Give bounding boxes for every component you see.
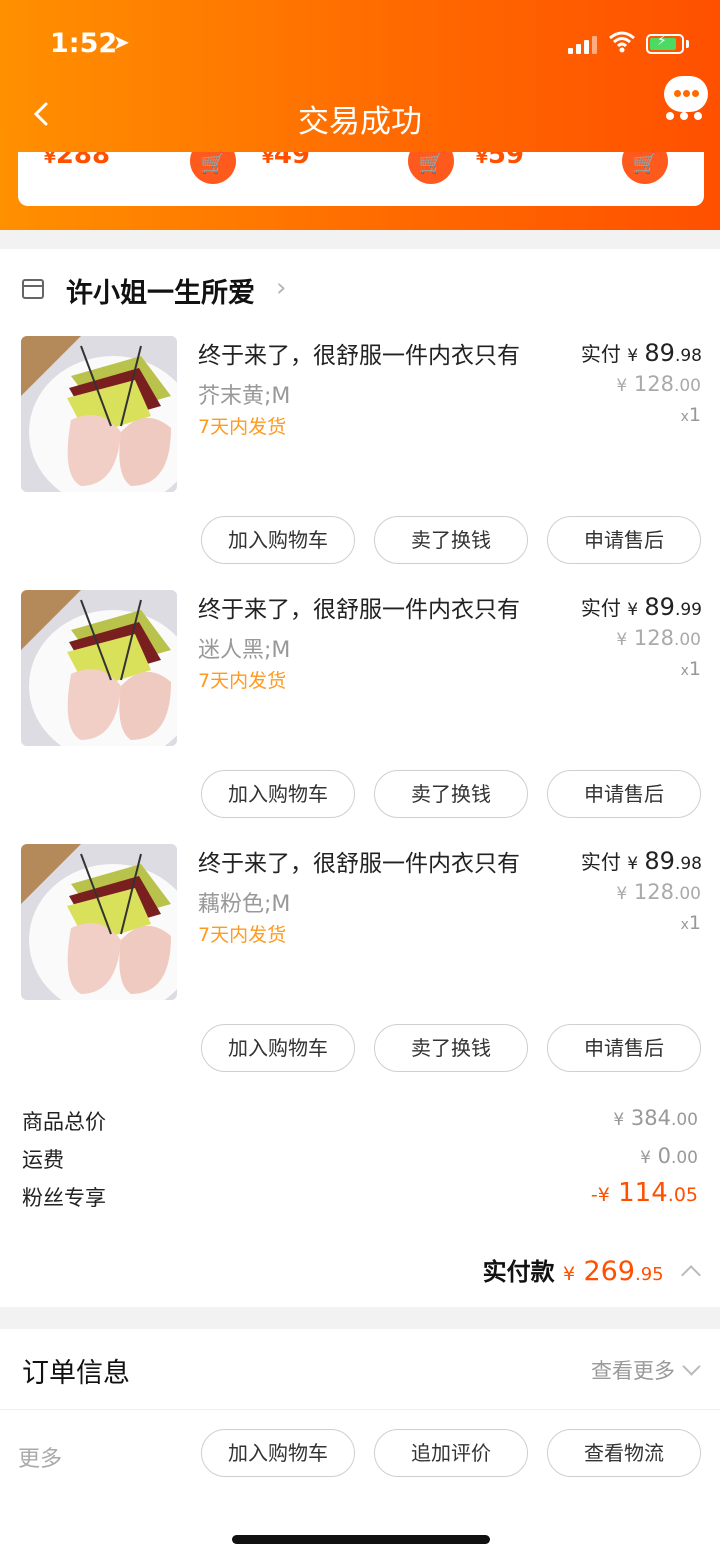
shipping-note: 7天内发货	[198, 924, 287, 946]
paid-price: 实付 ¥ 89.98	[580, 339, 702, 367]
add-to-cart-button[interactable]: 加入购物车	[201, 770, 355, 818]
shipping-fee-label: 运费	[22, 1148, 64, 1172]
original-price: ¥ 128.00	[616, 372, 701, 396]
product-sku: 藕粉色;M	[198, 892, 291, 917]
divider	[0, 1409, 720, 1410]
product-title[interactable]: 终于来了，很舒服一件内衣只有	[198, 336, 550, 370]
goods-total-value: ¥ 384.00	[613, 1106, 698, 1130]
cart-icon[interactable]: 🛒	[408, 152, 454, 184]
shipping-note: 7天内发货	[198, 670, 287, 692]
quantity: x1	[680, 912, 701, 934]
recommendation-price: ¥288	[44, 152, 111, 170]
wifi-icon	[609, 31, 635, 53]
battery-icon: ⚡	[646, 33, 684, 54]
chevron-right-icon: ›	[276, 273, 287, 303]
add-to-cart-button[interactable]: 加入购物车	[201, 516, 355, 564]
product-sku: 迷人黑;M	[198, 638, 291, 663]
message-icon[interactable]	[664, 76, 708, 120]
total-paid[interactable]: 实付款 ¥ 269.95	[482, 1252, 701, 1287]
product-title[interactable]: 终于来了，很舒服一件内衣只有	[198, 844, 550, 878]
page-title: 交易成功	[298, 104, 422, 140]
goods-total-row: 商品总价 ¥ 384.00	[22, 1106, 698, 1136]
shipping-fee-value: ¥ 0.00	[640, 1144, 698, 1168]
order-item[interactable]: 终于来了，很舒服一件内衣只有 迷人黑;M 7天内发货 实付 ¥ 89.99 ¥ …	[0, 590, 720, 844]
recommendation-price: ¥49	[262, 152, 311, 170]
original-price: ¥ 128.00	[616, 626, 701, 650]
paid-price: 实付 ¥ 89.99	[580, 593, 702, 621]
after-sale-button[interactable]: 申请售后	[547, 770, 701, 818]
resell-button[interactable]: 卖了换钱	[374, 1024, 528, 1072]
product-image[interactable]	[21, 844, 177, 1000]
shipping-fee-row: 运费 ¥ 0.00	[22, 1144, 698, 1174]
app-header: 1:52 ➤ ⚡ 交易成功 ¥288 🛒 ¥49 🛒 ¥59 �	[0, 0, 720, 230]
fan-discount-value: -¥ 114.05	[590, 1178, 698, 1208]
paid-price: 实付 ¥ 89.98	[580, 847, 702, 875]
status-bar: 1:52 ➤ ⚡	[0, 22, 720, 66]
fan-discount-label: 粉丝专享	[22, 1186, 106, 1210]
order-info-section: 订单信息 查看更多 更多 加入购物车 追加评价 查看物流	[0, 1329, 720, 1558]
order-item[interactable]: 终于来了，很舒服一件内衣只有 藕粉色;M 7天内发货 实付 ¥ 89.98 ¥ …	[0, 844, 720, 1098]
shop-name: 许小姐一生所爱	[66, 278, 255, 309]
product-image[interactable]	[21, 590, 177, 746]
total-value: 269	[583, 1256, 635, 1287]
resell-button[interactable]: 卖了换钱	[374, 516, 528, 564]
shipping-note: 7天内发货	[198, 416, 287, 438]
chevron-up-icon[interactable]	[681, 1265, 701, 1285]
resell-button[interactable]: 卖了换钱	[374, 770, 528, 818]
order-card: 许小姐一生所爱 › 终于来了，很舒服一件内衣只有 芥末黄;M 7天内发货 实付 …	[0, 249, 720, 1307]
quantity: x1	[680, 404, 701, 426]
chevron-down-icon	[682, 1357, 701, 1376]
store-icon	[22, 279, 44, 299]
goods-total-label: 商品总价	[22, 1110, 106, 1134]
location-arrow-icon: ➤	[113, 30, 130, 54]
cart-icon[interactable]: 🛒	[622, 152, 668, 184]
fan-discount-row: 粉丝专享 -¥ 114.05	[22, 1178, 698, 1212]
add-to-cart-button[interactable]: 加入购物车	[201, 1429, 355, 1477]
add-review-button[interactable]: 追加评价	[374, 1429, 528, 1477]
order-item[interactable]: 终于来了，很舒服一件内衣只有 芥末黄;M 7天内发货 实付 ¥ 89.98 ¥ …	[0, 336, 720, 590]
cart-icon[interactable]: 🛒	[190, 152, 236, 184]
order-info-title: 订单信息	[22, 1358, 130, 1389]
total-label: 实付款	[482, 1258, 555, 1286]
quantity: x1	[680, 658, 701, 680]
add-to-cart-button[interactable]: 加入购物车	[201, 1024, 355, 1072]
after-sale-button[interactable]: 申请售后	[547, 516, 701, 564]
original-price: ¥ 128.00	[616, 880, 701, 904]
recommendation-price: ¥59	[476, 152, 525, 170]
recommendation-strip: ¥288 🛒 ¥49 🛒 ¥59 🛒	[18, 152, 704, 206]
after-sale-button[interactable]: 申请售后	[547, 1024, 701, 1072]
cellular-signal-icon	[568, 34, 600, 54]
more-menu[interactable]: 更多	[18, 1441, 62, 1473]
product-sku: 芥末黄;M	[198, 384, 291, 409]
status-time: 1:52	[50, 28, 118, 59]
view-more-link[interactable]: 查看更多	[591, 1355, 701, 1385]
home-indicator[interactable]	[232, 1535, 490, 1544]
product-image[interactable]	[21, 336, 177, 492]
product-title[interactable]: 终于来了，很舒服一件内衣只有	[198, 590, 550, 624]
view-logistics-button[interactable]: 查看物流	[547, 1429, 701, 1477]
